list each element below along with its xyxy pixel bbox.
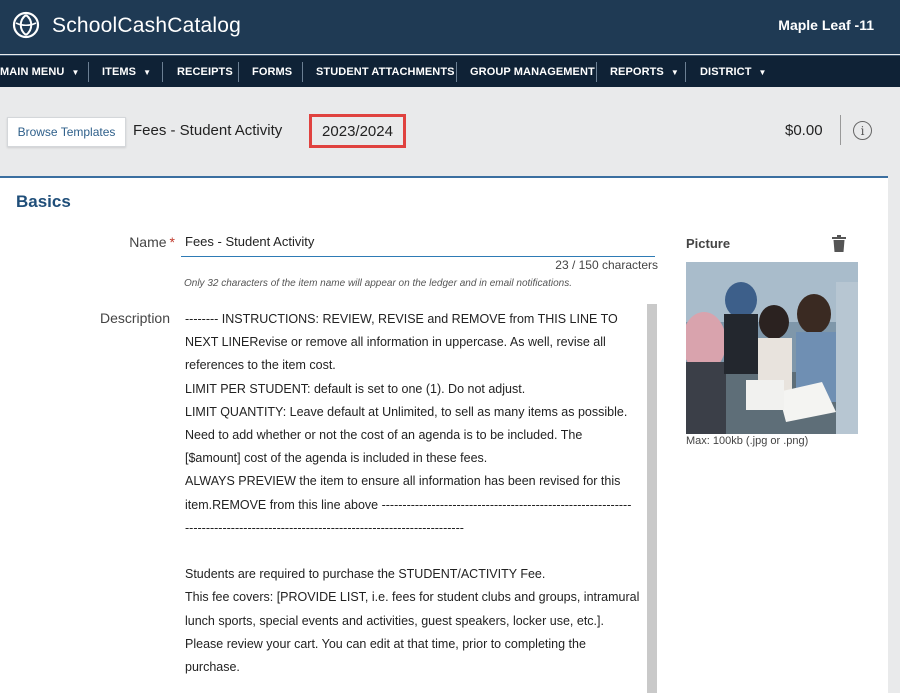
picture-size-hint: Max: 100kb (.jpg or .png) [686,435,809,447]
app-header: SchoolCashCatalog Maple Leaf -11 [0,0,900,54]
nav-label: FORMS [252,66,293,78]
chevron-down-icon: ▼ [670,67,679,77]
app-title[interactable]: SchoolCashCatalog [52,14,241,38]
nav-student-attachments[interactable]: STUDENT ATTACHMENTS [316,56,455,88]
name-hint: Only 32 characters of the item name will… [184,278,572,289]
trash-icon[interactable] [832,235,846,252]
school-year-value: 2023/2024 [322,122,393,140]
schoolcash-logo-icon[interactable] [12,11,40,39]
basics-card: Basics Name * Fees - Student Activity 23 … [0,176,888,693]
nav-main-menu[interactable]: MAIN MENU ▼ [0,56,79,88]
description-text: -------- INSTRUCTIONS: REVIEW, REVISE an… [185,312,640,675]
nav-label: DISTRICT [700,66,752,78]
nav-receipts[interactable]: RECEIPTS [177,56,233,88]
picture-label: Picture [686,236,731,251]
name-label: Name * [100,234,175,250]
nav-label: ITEMS [102,66,137,78]
chevron-down-icon: ▼ [143,67,152,77]
required-marker: * [169,234,175,250]
name-label-text: Name [129,234,167,250]
name-char-count: 23 / 150 characters [555,258,658,272]
nav-items[interactable]: ITEMS ▼ [102,56,151,88]
nav-forms[interactable]: FORMS [252,56,292,88]
nav-district[interactable]: DISTRICT ▼ [700,56,767,88]
info-icon[interactable]: i [853,121,872,140]
main-nav: MAIN MENU ▼ ITEMS ▼ RECEIPTS FORMS STUDE… [0,55,900,87]
item-toolbar: Browse Templates Fees - Student Activity… [0,87,900,177]
cart-total: $0.00 [785,122,823,139]
item-title: Fees - Student Activity [133,122,283,139]
nav-label: RECEIPTS [177,66,233,78]
chevron-down-icon: ▼ [71,67,80,77]
nav-divider [238,62,239,82]
nav-reports[interactable]: REPORTS ▼ [610,56,679,88]
nav-label: STUDENT ATTACHMENTS [316,66,455,78]
name-input[interactable]: Fees - Student Activity [181,231,655,257]
nav-divider [162,62,163,82]
students-photo-image [686,262,858,434]
section-title: Basics [16,192,71,211]
nav-label: GROUP MANAGEMENT [470,66,595,78]
description-label: Description [99,310,170,326]
info-glyph: i [860,123,865,138]
nav-divider [685,62,686,82]
nav-group-management[interactable]: GROUP MANAGEMENT [470,56,595,88]
nav-label: REPORTS [610,66,664,78]
school-year-selector[interactable]: 2023/2024 [309,114,406,148]
description-scrollbar[interactable] [647,304,657,693]
browse-templates-button[interactable]: Browse Templates [7,117,126,147]
school-name[interactable]: Maple Leaf -11 [778,17,874,33]
nav-divider [302,62,303,82]
description-textarea[interactable]: -------- INSTRUCTIONS: REVIEW, REVISE an… [181,304,659,693]
toolbar-divider [840,115,841,145]
item-picture[interactable] [686,262,858,434]
nav-divider [596,62,597,82]
nav-divider [88,62,89,82]
nav-divider [456,62,457,82]
chevron-down-icon: ▼ [758,67,767,77]
nav-label: MAIN MENU [0,66,65,78]
